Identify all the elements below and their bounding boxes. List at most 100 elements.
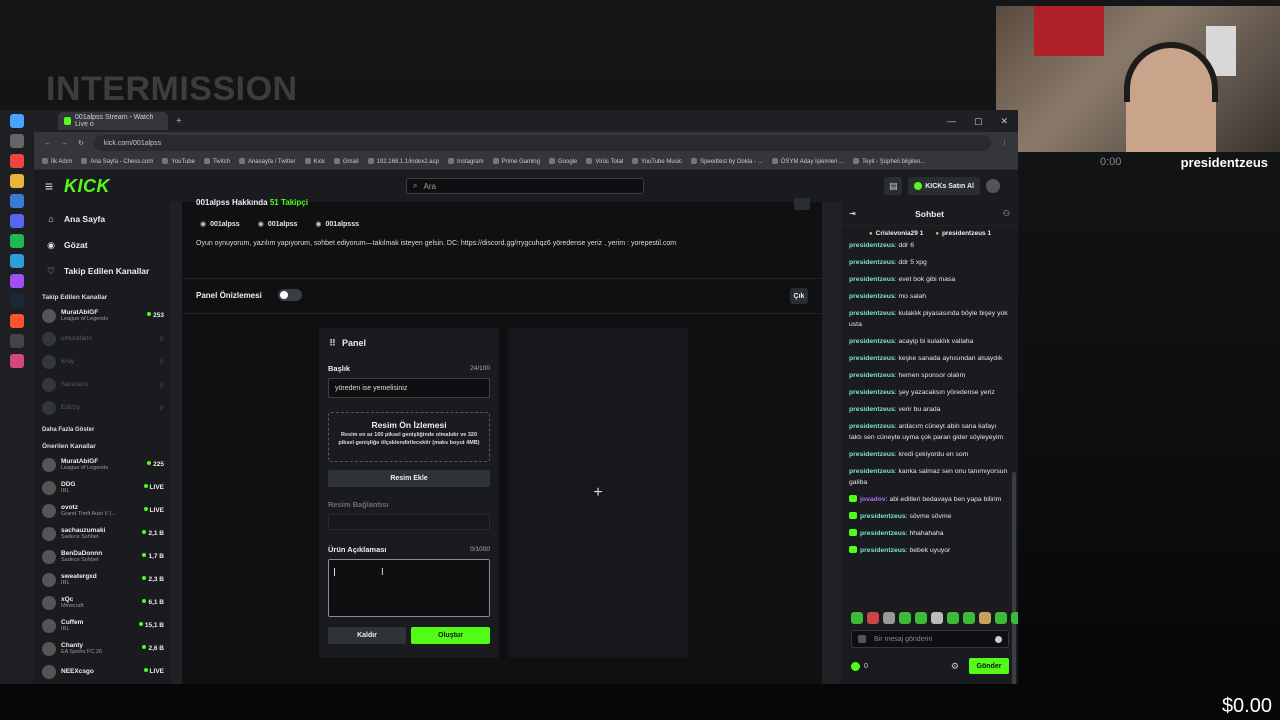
edge-icon[interactable] bbox=[10, 254, 24, 268]
create-button[interactable]: Oluştur bbox=[411, 627, 490, 644]
emote-icon[interactable] bbox=[979, 612, 991, 624]
minimize-icon[interactable]: — bbox=[947, 116, 956, 127]
channel-item[interactable]: MuratAbiGF League of Legends 253 bbox=[34, 304, 170, 327]
brave-icon[interactable] bbox=[10, 314, 24, 328]
channel-item[interactable]: DDG IRL LIVE bbox=[34, 476, 170, 499]
chat-username[interactable]: jovadov bbox=[860, 496, 886, 503]
collapse-chat-icon[interactable]: ⇥ bbox=[849, 209, 856, 218]
chat-username[interactable]: presidentzeus bbox=[849, 389, 895, 396]
windows-start-icon[interactable] bbox=[10, 114, 24, 128]
search-input[interactable]: ⌕ Ara bbox=[406, 178, 644, 194]
show-more-link[interactable]: Daha Fazla Göster bbox=[34, 419, 170, 433]
user-avatar[interactable] bbox=[986, 179, 1000, 193]
emote-icon[interactable] bbox=[899, 612, 911, 624]
emote-icon[interactable] bbox=[915, 612, 927, 624]
edit-about-button[interactable] bbox=[794, 198, 810, 210]
emote-icon[interactable] bbox=[867, 612, 879, 624]
spotify-icon[interactable] bbox=[10, 234, 24, 248]
bookmark-item[interactable]: YouTube Music bbox=[632, 158, 682, 165]
menu-icon[interactable]: ≡ bbox=[34, 178, 64, 194]
chat-users-icon[interactable]: ⚇ bbox=[1003, 209, 1010, 218]
emote-icon[interactable] bbox=[883, 612, 895, 624]
bookmark-item[interactable]: Anasayfa / Twitter bbox=[239, 158, 296, 165]
browser-tab[interactable]: 001alpss Stream - Watch Live o bbox=[58, 112, 168, 130]
send-button[interactable]: Gönder bbox=[969, 658, 1009, 674]
chat-username[interactable]: presidentzeus bbox=[849, 355, 895, 362]
chat-username[interactable]: presidentzeus bbox=[849, 276, 895, 283]
explorer-icon[interactable] bbox=[10, 174, 24, 188]
bookmark-item[interactable]: Twitch bbox=[204, 158, 230, 165]
maximize-icon[interactable]: ▢ bbox=[974, 116, 983, 127]
gear-icon[interactable]: ⚙ bbox=[951, 661, 959, 672]
bookmark-item[interactable]: Ana Sayfa - Chess.com bbox=[81, 158, 153, 165]
chat-username[interactable]: presidentzeus bbox=[849, 423, 895, 430]
image-preview-dropzone[interactable]: Resim Ön İzlemesi Resim en az 160 piksel… bbox=[328, 412, 490, 462]
channel-item[interactable]: Cuffem IRL 15,1 B bbox=[34, 614, 170, 637]
panel-preview-toggle[interactable] bbox=[278, 289, 302, 301]
bookmark-item[interactable]: Gmail bbox=[334, 158, 359, 165]
x-link[interactable]: 001alpss bbox=[258, 220, 298, 228]
emote-icon[interactable] bbox=[851, 612, 863, 624]
sidebar-nav-item[interactable]: ⌂ Ana Sayfa bbox=[34, 206, 170, 232]
close-icon[interactable]: ✕ bbox=[1000, 116, 1008, 127]
channel-item[interactable]: sachauzumaki Sadece Sohbet 2,1 B bbox=[34, 522, 170, 545]
chat-input[interactable]: Bir mesaj gönderin bbox=[851, 630, 1009, 648]
bookmark-item[interactable]: Google bbox=[549, 158, 577, 165]
bookmark-item[interactable]: Kick bbox=[305, 158, 325, 165]
chat-username[interactable]: presidentzeus bbox=[849, 372, 895, 379]
kick-logo[interactable]: KICK bbox=[64, 176, 110, 197]
add-image-button[interactable]: Resim Ekle bbox=[328, 470, 490, 487]
chat-username[interactable]: presidentzeus bbox=[860, 547, 906, 554]
photos-icon[interactable] bbox=[10, 354, 24, 368]
emote-icon[interactable] bbox=[931, 612, 943, 624]
chat-username[interactable]: presidentzeus bbox=[849, 259, 895, 266]
bookmark-item[interactable]: Teyit - Şüpheli bilgilen... bbox=[853, 158, 925, 165]
obs-icon[interactable] bbox=[10, 334, 24, 348]
description-textarea[interactable]: I bbox=[328, 559, 490, 617]
chrome-icon[interactable] bbox=[10, 154, 24, 168]
channel-item[interactable]: BenDaDonnn Sadece Sohbet 1,7 B bbox=[34, 545, 170, 568]
channel-item[interactable]: MuratAbiGF League of Legends 225 bbox=[34, 453, 170, 476]
library-icon[interactable]: ▤ bbox=[884, 177, 903, 195]
chat-scrollbar[interactable] bbox=[1012, 472, 1016, 684]
messenger-icon[interactable] bbox=[10, 274, 24, 288]
forward-icon[interactable]: → bbox=[61, 140, 68, 147]
chat-username[interactable]: presidentzeus bbox=[860, 513, 906, 520]
reload-icon[interactable]: ↻ bbox=[78, 139, 84, 147]
emote-icon[interactable] bbox=[1011, 612, 1018, 624]
emote-icon[interactable] bbox=[947, 612, 959, 624]
emoji-icon[interactable] bbox=[995, 636, 1002, 643]
url-field[interactable]: kick.com/001alpss bbox=[93, 135, 991, 151]
discord-icon[interactable] bbox=[10, 214, 24, 228]
chat-username[interactable]: presidentzeus bbox=[849, 242, 895, 249]
chat-username[interactable]: presidentzeus bbox=[849, 468, 895, 475]
add-panel-button[interactable]: + bbox=[508, 328, 688, 658]
chat-username[interactable]: presidentzeus bbox=[849, 451, 895, 458]
buy-kicks-button[interactable]: KICKs Satın Al bbox=[908, 177, 980, 195]
new-tab-icon[interactable]: + bbox=[176, 116, 182, 127]
channel-item[interactable]: xQc Minecraft 6,1 B bbox=[34, 591, 170, 614]
chat-username[interactable]: presidentzeus bbox=[849, 293, 895, 300]
channel-item[interactable]: umurafann ⚲ bbox=[34, 327, 170, 350]
bookmark-item[interactable]: Virüs Total bbox=[586, 158, 623, 165]
back-icon[interactable]: ← bbox=[44, 140, 51, 147]
sidebar-nav-item[interactable]: ◉ Gözat bbox=[34, 232, 170, 258]
chat-username[interactable]: presidentzeus bbox=[849, 406, 895, 413]
steam-icon[interactable] bbox=[10, 294, 24, 308]
bookmark-item[interactable]: Prime Gaming bbox=[493, 158, 540, 165]
bookmark-item[interactable]: YouTube bbox=[162, 158, 195, 165]
chat-username[interactable]: presidentzeus bbox=[849, 338, 895, 345]
bookmark-item[interactable]: ÖSYM Aday İşlemleri ... bbox=[772, 158, 844, 165]
image-link-input[interactable] bbox=[328, 514, 490, 530]
instagram-link[interactable]: 001alpss bbox=[200, 220, 240, 228]
taskview-icon[interactable] bbox=[10, 134, 24, 148]
chat-username[interactable]: presidentzeus bbox=[860, 530, 906, 537]
exit-button[interactable]: Çık bbox=[790, 288, 808, 304]
emote-icon[interactable] bbox=[995, 612, 1007, 624]
remove-button[interactable]: Kaldır bbox=[328, 627, 406, 644]
channel-item[interactable]: ovotz Grand Theft Auto V (... LIVE bbox=[34, 499, 170, 522]
sidebar-nav-item[interactable]: ♡ Takip Edilen Kanallar bbox=[34, 258, 170, 284]
discord-link[interactable]: 001alpsss bbox=[315, 220, 359, 228]
channel-item[interactable]: Ersy ⚲ bbox=[34, 350, 170, 373]
extensions-icon[interactable]: ⋮ bbox=[1001, 139, 1008, 147]
